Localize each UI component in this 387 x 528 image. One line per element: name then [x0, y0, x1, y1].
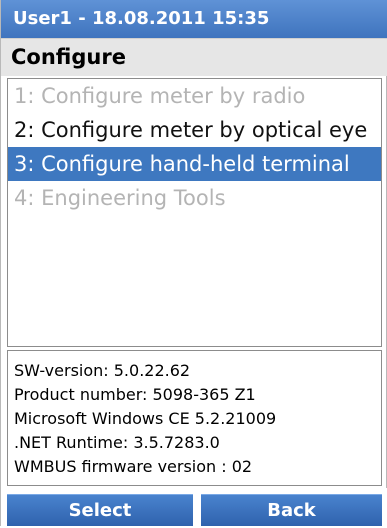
os-version-text: Microsoft Windows CE 5.2.21009	[14, 409, 277, 428]
menu-item-configure-meter-by-radio[interactable]: 1: Configure meter by radio	[8, 79, 381, 113]
menu-item-configure-meter-by-optical-eye[interactable]: 2: Configure meter by optical eye	[8, 113, 381, 147]
system-info-panel: SW-version: 5.0.22.62 Product number: 50…	[7, 350, 382, 486]
menu-item-label: 2: Configure meter by optical eye	[14, 118, 368, 142]
menu-item-label: 4: Engineering Tools	[14, 186, 226, 210]
back-button[interactable]: Back	[201, 494, 382, 526]
status-title-bar: User1 - 18.08.2011 15:35	[1, 0, 387, 38]
product-number-text: Product number: 5098-365 Z1	[14, 385, 256, 404]
wmbus-firmware-text: WMBUS firmware version : 02	[14, 457, 253, 476]
select-button[interactable]: Select	[7, 494, 193, 526]
menu-item-label: 3: Configure hand-held terminal	[14, 152, 350, 176]
page-title-bar: Configure	[1, 38, 387, 76]
user-datetime-text: User1 - 18.08.2011 15:35	[13, 8, 270, 29]
page-title: Configure	[11, 45, 126, 69]
menu-item-configure-hand-held-terminal[interactable]: 3: Configure hand-held terminal	[8, 147, 381, 181]
sw-version-text: SW-version: 5.0.22.62	[14, 361, 191, 380]
net-runtime-text: .NET Runtime: 3.5.7283.0	[14, 433, 220, 452]
softkey-bar: Select Back	[1, 488, 387, 526]
configure-menu-list: 1: Configure meter by radio 2: Configure…	[7, 78, 382, 347]
menu-item-label: 1: Configure meter by radio	[14, 84, 306, 108]
menu-item-engineering-tools[interactable]: 4: Engineering Tools	[8, 181, 381, 215]
device-screen: User1 - 18.08.2011 15:35 Configure 1: Co…	[0, 0, 387, 526]
